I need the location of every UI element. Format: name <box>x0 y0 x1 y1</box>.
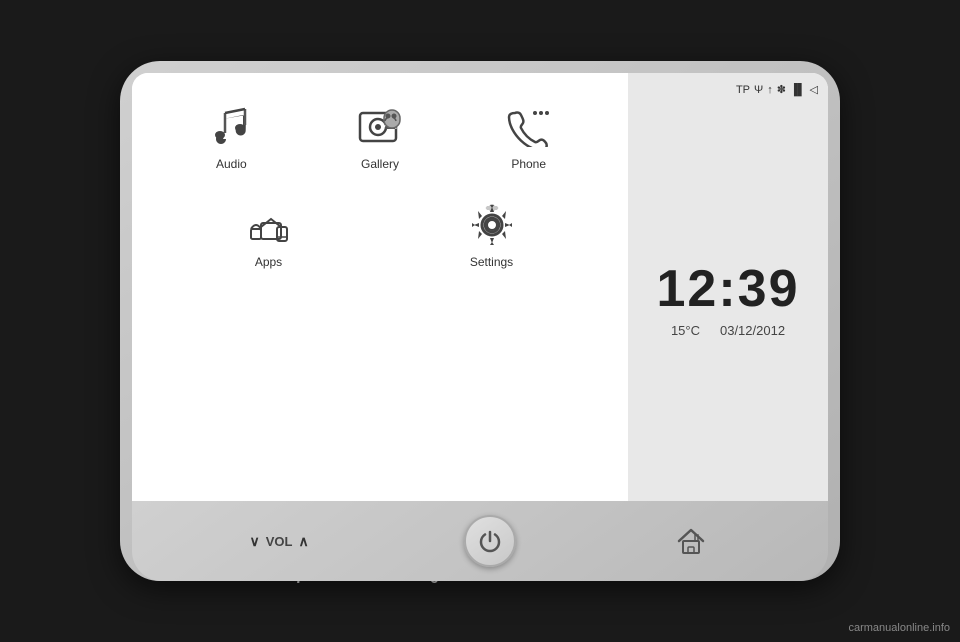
gallery-label: Gallery <box>361 157 399 171</box>
audio-app[interactable]: Audio <box>157 93 306 181</box>
settings-label: Settings <box>470 255 513 269</box>
apps-icon <box>245 201 293 249</box>
power-icon <box>478 529 502 553</box>
bottom-controls: ∨ VOL ∧ <box>132 501 828 581</box>
app-grid-row1: Audio <box>157 93 603 181</box>
status-bar: TP Ψ ↑ ✽ ▐▌ ◁ <box>638 81 818 104</box>
volume-control: ∨ VOL ∧ <box>249 533 308 550</box>
temperature: 15°C <box>671 323 700 338</box>
clock-time: 12:39 <box>657 259 800 319</box>
clock-area: 12:39 15°C 03/12/2012 <box>638 104 818 493</box>
gallery-icon <box>356 103 404 151</box>
volume-icon: ◁ <box>810 83 818 96</box>
vol-up-button[interactable]: ∧ <box>298 533 308 550</box>
watermark: carmanualonline.info <box>848 622 950 634</box>
battery-icon: ▐▌ <box>790 84 806 96</box>
screen: Audio <box>132 73 828 501</box>
screen-left: Audio <box>132 73 628 501</box>
power-button[interactable] <box>464 515 516 567</box>
phone-icon <box>505 103 553 151</box>
signal-icon: Ψ <box>754 84 763 96</box>
device-body: Audio <box>120 61 840 581</box>
settings-app[interactable]: Settings <box>380 191 603 279</box>
gallery-app[interactable]: Gallery <box>306 93 455 181</box>
vol-label: VOL <box>266 534 293 549</box>
apps-label: Apps <box>255 255 282 269</box>
bluetooth-icon: ✽ <box>777 83 786 96</box>
mic-icon: ↑ <box>767 84 773 96</box>
phone-label: Phone <box>511 157 546 171</box>
vol-down-button[interactable]: ∨ <box>249 533 259 550</box>
screen-right: TP Ψ ↑ ✽ ▐▌ ◁ 12:39 15°C 03/12/2012 <box>628 73 828 501</box>
home-button[interactable] <box>671 521 711 561</box>
settings-icon <box>468 201 516 249</box>
audio-icon <box>207 103 255 151</box>
date: 03/12/2012 <box>720 323 785 338</box>
tp-status: TP <box>736 84 750 96</box>
app-grid-row2: Apps <box>157 191 603 279</box>
clock-info: 15°C 03/12/2012 <box>671 323 785 338</box>
audio-label: Audio <box>216 157 247 171</box>
apps-app[interactable]: Apps <box>157 191 380 279</box>
phone-app[interactable]: Phone <box>454 93 603 181</box>
home-icon <box>675 525 707 557</box>
